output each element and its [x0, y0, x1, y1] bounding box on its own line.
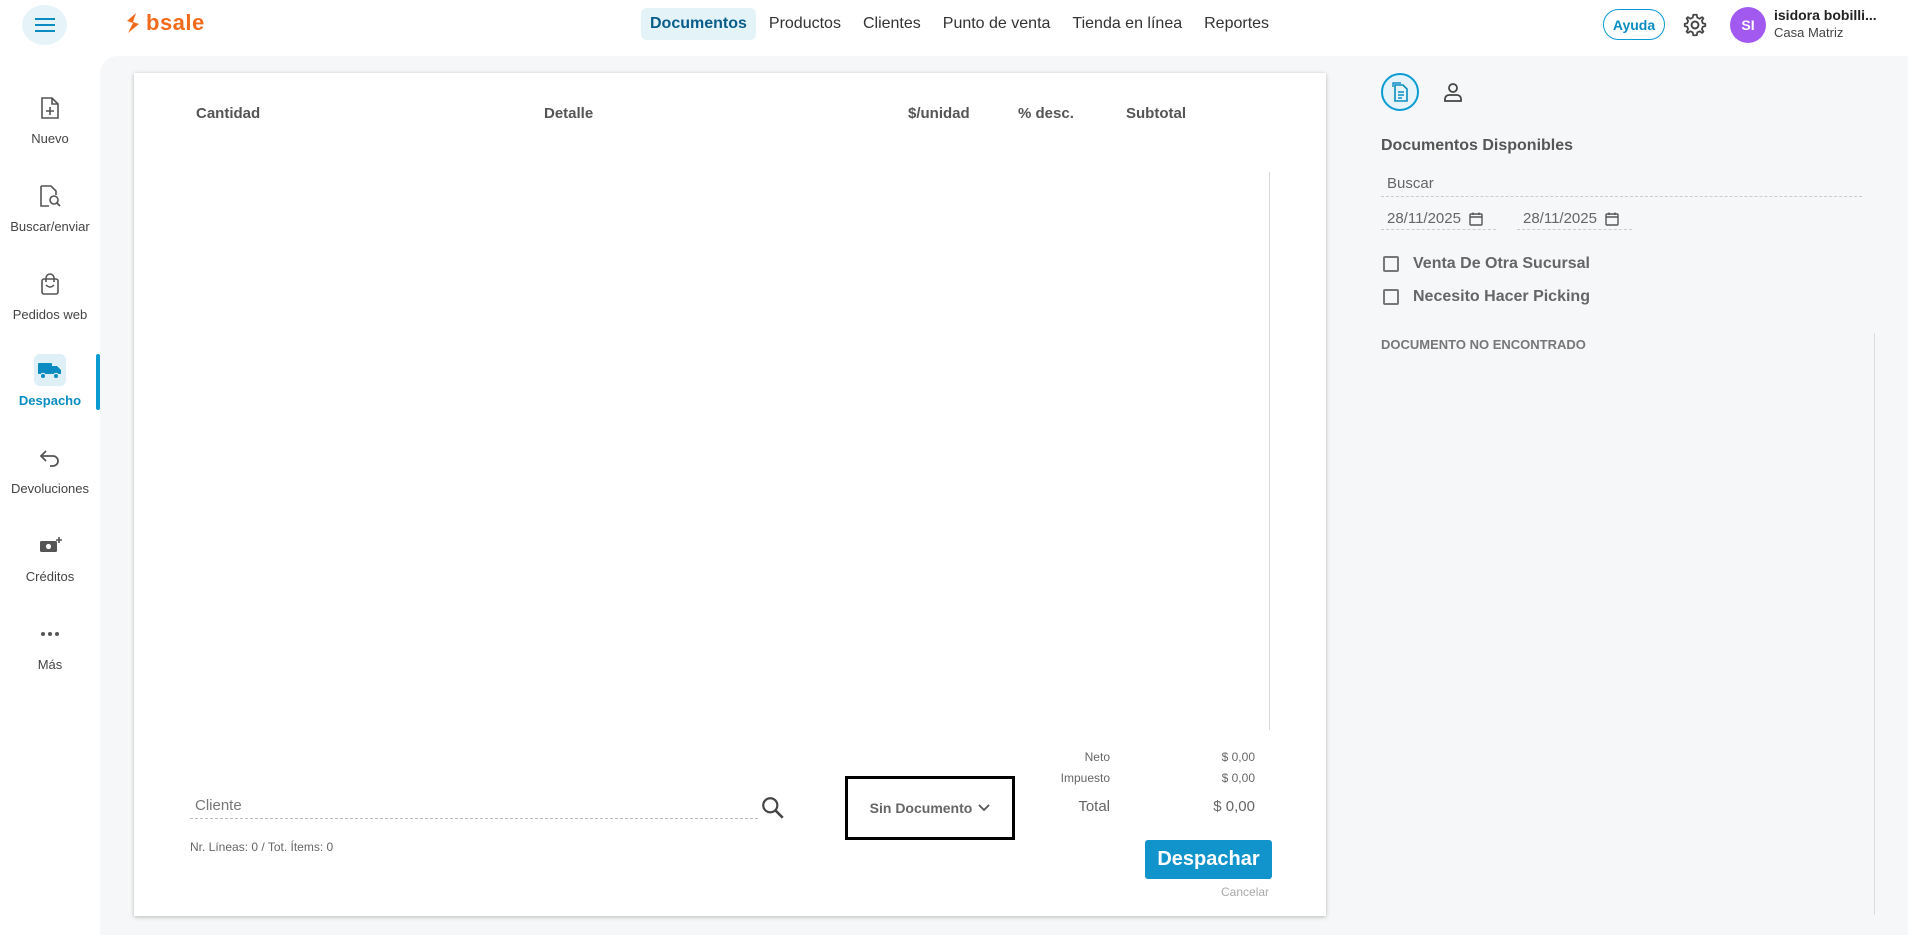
bsale-logo[interactable]: bsale: [124, 10, 205, 36]
column-header-descuento: % desc.: [1018, 105, 1074, 122]
column-header-cantidad: Cantidad: [196, 105, 261, 122]
checkbox-box[interactable]: [1383, 256, 1399, 272]
sidebar-label-mas: Más: [37, 657, 63, 672]
truck-icon: [34, 354, 66, 386]
results-scroll-divider: [1874, 333, 1875, 915]
nav-productos[interactable]: Productos: [760, 8, 850, 40]
file-plus-icon: [34, 92, 66, 124]
nav-documentos[interactable]: Documentos: [641, 8, 756, 40]
money-plus-icon: [34, 530, 66, 562]
person-icon: [1444, 83, 1462, 102]
checkbox-other-branch[interactable]: Venta De Otra Sucursal: [1383, 255, 1590, 273]
top-bar: bsale Documentos Productos Clientes Punt…: [0, 0, 1908, 50]
document-type-value: Sin Documento: [869, 800, 973, 816]
impuesto-value: $ 0,00: [1221, 771, 1255, 785]
sidebar-label-buscar-enviar: Buscar/enviar: [10, 219, 90, 234]
column-header-detalle: Detalle: [544, 105, 594, 122]
nav-punto-de-venta[interactable]: Punto de venta: [934, 8, 1060, 40]
nav-tienda-en-linea[interactable]: Tienda en línea: [1063, 8, 1191, 40]
date-from-field[interactable]: 28/11/2025: [1381, 208, 1496, 230]
tab-documents[interactable]: [1381, 73, 1419, 111]
top-navigation: Documentos Productos Clientes Punto de v…: [641, 8, 1282, 40]
date-to-value: 28/11/2025: [1523, 210, 1597, 227]
total-label: Total: [1078, 798, 1110, 815]
client-input[interactable]: Cliente: [190, 797, 758, 819]
empty-results-message: DOCUMENTO NO ENCONTRADO: [1381, 337, 1586, 352]
calendar-icon: [1469, 212, 1483, 226]
bsale-logo-icon: [127, 13, 139, 33]
available-documents-title: Documentos Disponibles: [1381, 137, 1574, 154]
lines-count: Nr. Líneas: 0 / Tot. Ítems: 0: [190, 840, 334, 854]
help-button[interactable]: Ayuda: [1603, 9, 1665, 40]
total-value: $ 0,00: [1213, 798, 1255, 815]
sidebar-item-creditos[interactable]: Créditos: [0, 530, 100, 604]
date-to-field[interactable]: 28/11/2025: [1517, 208, 1632, 230]
sidebar-item-despacho[interactable]: Despacho: [0, 354, 100, 428]
neto-value: $ 0,00: [1221, 750, 1255, 764]
table-scroll-divider: [1269, 172, 1270, 730]
column-header-subtotal: Subtotal: [1126, 105, 1186, 122]
sidebar-item-mas[interactable]: Más: [0, 618, 100, 692]
date-from-value: 28/11/2025: [1387, 210, 1461, 227]
cancel-link[interactable]: Cancelar: [1221, 885, 1269, 899]
user-branch: Casa Matriz: [1774, 25, 1844, 40]
sidebar-item-devoluciones[interactable]: Devoluciones: [0, 442, 100, 516]
menu-icon: [34, 18, 55, 32]
hamburger-menu-button[interactable]: [22, 5, 67, 45]
nav-clientes[interactable]: Clientes: [854, 8, 930, 40]
tab-client[interactable]: [1434, 73, 1472, 111]
user-name[interactable]: isidora bobilli...: [1774, 7, 1877, 23]
search-icon[interactable]: [760, 795, 786, 821]
file-search-icon: [34, 180, 66, 212]
sidebar-item-nuevo[interactable]: Nuevo: [0, 92, 100, 166]
sidebar-label-nuevo: Nuevo: [31, 131, 69, 146]
neto-label: Neto: [1084, 750, 1110, 764]
logo-text: bsale: [146, 10, 205, 35]
dispatch-panel: [134, 73, 1326, 916]
gear-icon[interactable]: [1682, 12, 1708, 38]
shopping-bag-icon: [34, 268, 66, 300]
sidebar-label-creditos: Créditos: [25, 569, 75, 584]
chevron-down-icon: [978, 804, 990, 812]
calendar-icon: [1605, 212, 1619, 226]
left-sidebar: Nuevo Buscar/enviar Pedidos web Despacho…: [0, 50, 100, 935]
sidebar-item-buscar-enviar[interactable]: Buscar/enviar: [0, 180, 100, 254]
more-dots-icon: [34, 618, 66, 650]
sidebar-label-pedidos-web: Pedidos web: [12, 307, 88, 322]
checkbox-picking-label: Necesito Hacer Picking: [1413, 288, 1590, 305]
nav-reportes[interactable]: Reportes: [1195, 8, 1278, 40]
impuesto-label: Impuesto: [1060, 771, 1110, 785]
sidebar-item-pedidos-web[interactable]: Pedidos web: [0, 268, 100, 342]
return-arrow-icon: [34, 442, 66, 474]
sidebar-label-devoluciones: Devoluciones: [10, 481, 90, 496]
document-icon: [1392, 82, 1408, 102]
despachar-button[interactable]: Despachar: [1145, 840, 1272, 879]
checkbox-box[interactable]: [1383, 289, 1399, 305]
checkbox-picking[interactable]: Necesito Hacer Picking: [1383, 288, 1590, 306]
checkbox-other-branch-label: Venta De Otra Sucursal: [1413, 255, 1590, 272]
document-search-input[interactable]: Buscar: [1381, 175, 1862, 197]
sidebar-label-despacho: Despacho: [18, 393, 82, 408]
document-type-select[interactable]: Sin Documento: [845, 776, 1015, 840]
user-avatar[interactable]: SI: [1730, 7, 1766, 43]
column-header-precio-unidad: $/unidad: [908, 105, 970, 122]
